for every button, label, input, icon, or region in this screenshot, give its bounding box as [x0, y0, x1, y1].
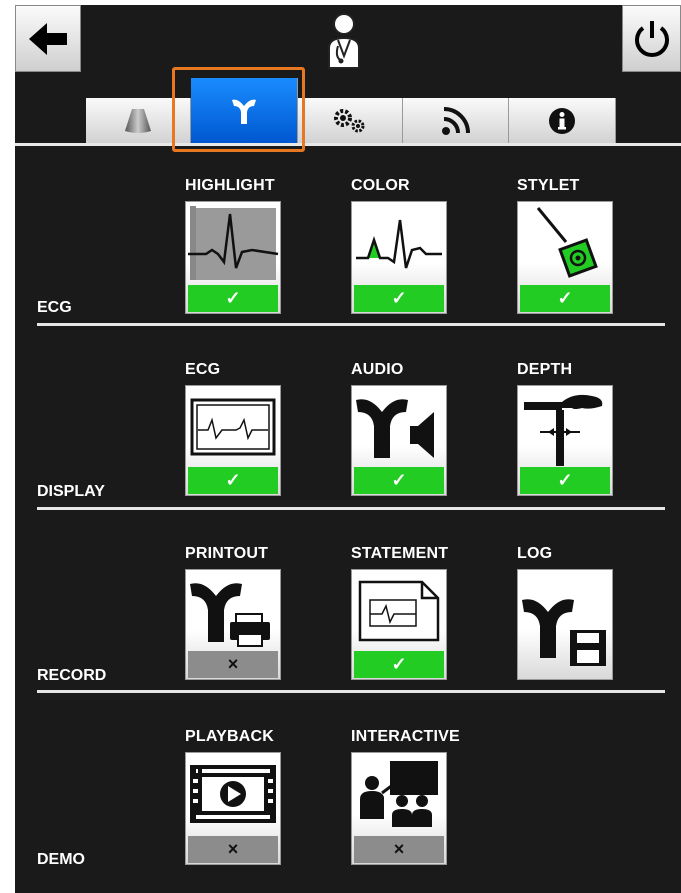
status-badge: ✓ — [354, 467, 444, 494]
user-avatar — [325, 12, 363, 70]
status-badge: ✓ — [354, 285, 444, 312]
status-badge: × — [188, 836, 278, 863]
tile-label-audio: AUDIO — [351, 361, 404, 378]
status-badge: ✓ — [520, 285, 610, 312]
tab-settings[interactable] — [298, 98, 403, 143]
section-label-ecg: ECG — [37, 299, 72, 316]
section-divider — [37, 690, 665, 693]
tile-label-playback: PLAYBACK — [185, 728, 275, 745]
status-badge: ✓ — [188, 285, 278, 312]
stylet-icon — [536, 207, 598, 278]
stylet-toggle[interactable]: ✓ — [517, 201, 613, 314]
section-divider — [37, 507, 665, 510]
tab-info[interactable] — [509, 98, 616, 143]
audio-toggle[interactable]: ✓ — [351, 385, 447, 496]
status-badge: ✓ — [354, 651, 444, 678]
audio-icon — [356, 399, 434, 458]
depth-toggle[interactable]: ✓ — [517, 385, 613, 496]
playback-icon — [190, 765, 276, 823]
section-label-demo: DEMO — [37, 851, 85, 868]
ecg-color-icon — [356, 219, 442, 269]
status-badge: × — [188, 651, 278, 678]
printer-icon — [190, 583, 270, 647]
depth-icon — [524, 394, 603, 466]
printout-toggle[interactable]: × — [185, 569, 281, 680]
tile-label-stylet: STYLET — [517, 177, 580, 194]
interactive-icon — [360, 761, 438, 827]
statement-toggle[interactable]: ✓ — [351, 569, 447, 680]
statement-icon — [358, 580, 440, 642]
interactive-toggle[interactable]: × — [351, 752, 447, 865]
playback-toggle[interactable]: × — [185, 752, 281, 865]
tile-label-depth: DEPTH — [517, 361, 573, 378]
section-divider — [37, 323, 665, 326]
tab-signal[interactable] — [403, 98, 509, 143]
section-label-record: RECORD — [37, 667, 107, 684]
doctor-icon — [328, 13, 360, 69]
save-log-icon — [522, 599, 606, 666]
signal-icon — [441, 106, 470, 135]
tab-baseline — [15, 143, 681, 146]
info-icon — [549, 107, 575, 134]
tile-label-log: LOG — [517, 545, 553, 562]
section-label-display: DISPLAY — [37, 483, 105, 500]
tile-label-ecg: ECG — [185, 361, 221, 378]
probe-icon — [125, 108, 151, 133]
power-icon — [634, 20, 669, 57]
status-badge: ✓ — [188, 467, 278, 494]
back-button[interactable] — [15, 5, 81, 72]
highlight-toggle[interactable]: ✓ — [185, 201, 281, 314]
tile-label-interactive: INTERACTIVE — [351, 728, 460, 745]
ecg-highlight-icon — [188, 206, 279, 280]
active-tab-highlight — [172, 67, 305, 152]
tile-label-color: COLOR — [351, 177, 410, 194]
status-badge: ✓ — [520, 467, 610, 494]
status-badge: × — [354, 836, 444, 863]
ecg-display-icon — [190, 398, 276, 456]
tile-label-statement: STATEMENT — [351, 545, 449, 562]
gears-icon — [334, 108, 365, 132]
log-button[interactable] — [517, 569, 613, 680]
arrow-left-icon — [29, 22, 67, 55]
tile-label-highlight: HIGHLIGHT — [185, 177, 275, 194]
color-toggle[interactable]: ✓ — [351, 201, 447, 314]
ecg-display-toggle[interactable]: ✓ — [185, 385, 281, 496]
power-button[interactable] — [622, 5, 681, 72]
tile-label-printout: PRINTOUT — [185, 545, 269, 562]
